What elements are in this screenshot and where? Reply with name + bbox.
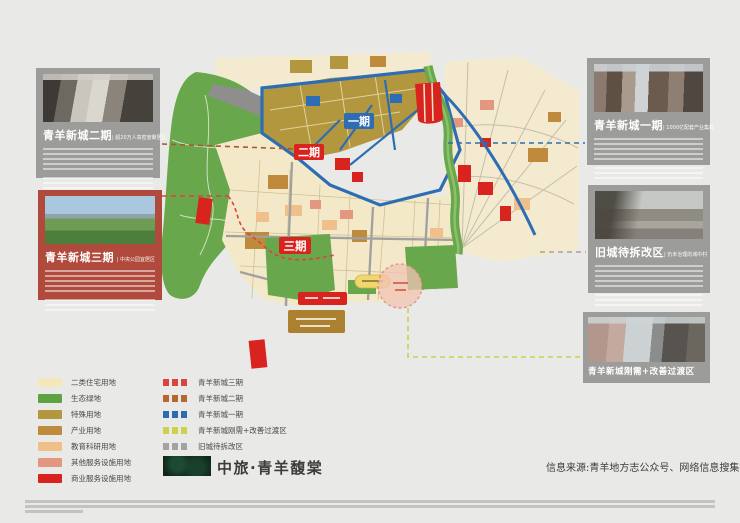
card-phase1-bodytext (594, 138, 703, 162)
svg-text:一期: 一期 (348, 114, 370, 128)
card-oldtown-title: 旧城待拆改区 (595, 244, 664, 260)
legend-swatch-other-service (38, 458, 62, 467)
legend-dash-oldtown (163, 443, 189, 450)
card-phase1: 青羊新城一期 | 1000亿配套产业集群 (587, 58, 710, 165)
legend-item: 青羊新城一期 (163, 406, 287, 422)
map-label-phase2: 二期 (294, 144, 324, 160)
legend-item: 旧城待拆改区 (163, 438, 287, 454)
card-phase3-title: 青羊新城三期 (45, 249, 114, 265)
legend-item: 其他服务设施用地 (38, 454, 131, 470)
legend-swatch-eco-green (38, 394, 62, 403)
legend-item: 商业服务设施用地 (38, 470, 131, 486)
card-phase2-bodytext (43, 148, 153, 172)
legend-swatch-industry (38, 426, 62, 435)
connector-transition (408, 308, 581, 357)
card-phase1-title: 青羊新城一期 (594, 117, 663, 133)
legend-swatch-education (38, 442, 62, 451)
legend-dash-phase1 (163, 411, 189, 418)
legend-swatch-commercial (38, 474, 62, 483)
source-note: 信息来源:青羊地方志公众号、网络信息搜集等 (546, 459, 740, 474)
legend-item: 青羊新城刚需+改善过渡区 (163, 422, 287, 438)
photo-old-town (595, 191, 703, 239)
disclaimer-line (25, 510, 83, 513)
card-phase1-subtitle: | 1000亿配套产业集群 (663, 124, 714, 131)
legend-item: 青羊新城二期 (163, 390, 287, 406)
card-oldtown-subtitle: | 仍未治理的城中村 (664, 251, 707, 258)
legend-item: 二类住宅用地 (38, 374, 131, 390)
map-landmark-red (415, 82, 443, 124)
brand-logo-text: 中旅·青羊馥棠 (217, 457, 323, 478)
disclaimer-line (25, 500, 715, 503)
card-phase3-subtitle: | 中央公园宜居区 (117, 256, 155, 263)
map-label-phase1: 一期 (344, 113, 374, 129)
svg-text:三期: 三期 (284, 239, 307, 253)
legend-dash-transition (163, 427, 189, 434)
legend-land-use: 二类住宅用地 生态绿地 特殊用地 产业用地 教育科研用地 其他服务设施用地 商业… (38, 374, 131, 486)
legend-item: 特殊用地 (38, 406, 131, 422)
map-transition-circle (378, 264, 422, 308)
card-phase2-subtitle: | 超20万人高密度聚居区 (112, 134, 167, 141)
disclaimer-line (25, 505, 715, 508)
card-transition: 青羊新城刚需+改善过渡区 (583, 312, 710, 383)
legend-item: 青羊新城三期 (163, 374, 287, 390)
legend-swatch-special (38, 410, 62, 419)
card-phase2-title: 青羊新城二期 (43, 127, 112, 143)
photo-city-street (43, 74, 153, 122)
map-fan-district (445, 56, 580, 262)
card-oldtown: 旧城待拆改区 | 仍未治理的城中村 (588, 185, 710, 293)
map-label-phase3: 三期 (279, 237, 311, 254)
photo-residential-towers (588, 317, 705, 362)
svg-text:二期: 二期 (298, 145, 320, 159)
legend-dash-phase3 (163, 379, 189, 386)
brand-logo-image (163, 456, 211, 476)
card-phase3-bodytext (45, 270, 155, 294)
legend-boundaries: 青羊新城三期 青羊新城二期 青羊新城一期 青羊新城刚需+改善过渡区 旧城待拆改区 (163, 374, 287, 454)
legend-item: 生态绿地 (38, 390, 131, 406)
card-oldtown-bodytext (595, 265, 703, 289)
card-transition-title: 青羊新城刚需+改善过渡区 (588, 365, 695, 377)
card-phase2: 青羊新城二期 | 超20万人高密度聚居区 (36, 68, 160, 178)
legend-item: 产业用地 (38, 422, 131, 438)
poster-canvas: 一期 二期 三期 青羊新城二期 | 超20万人高密度聚居区 青羊新城三期 | 中… (0, 0, 740, 523)
legend-item: 教育科研用地 (38, 438, 131, 454)
legend-swatch-residential (38, 378, 62, 387)
card-phase3: 青羊新城三期 | 中央公园宜居区 (38, 190, 162, 300)
legend-dash-phase2 (163, 395, 189, 402)
photo-business-towers (594, 64, 703, 112)
photo-central-park (45, 196, 155, 244)
